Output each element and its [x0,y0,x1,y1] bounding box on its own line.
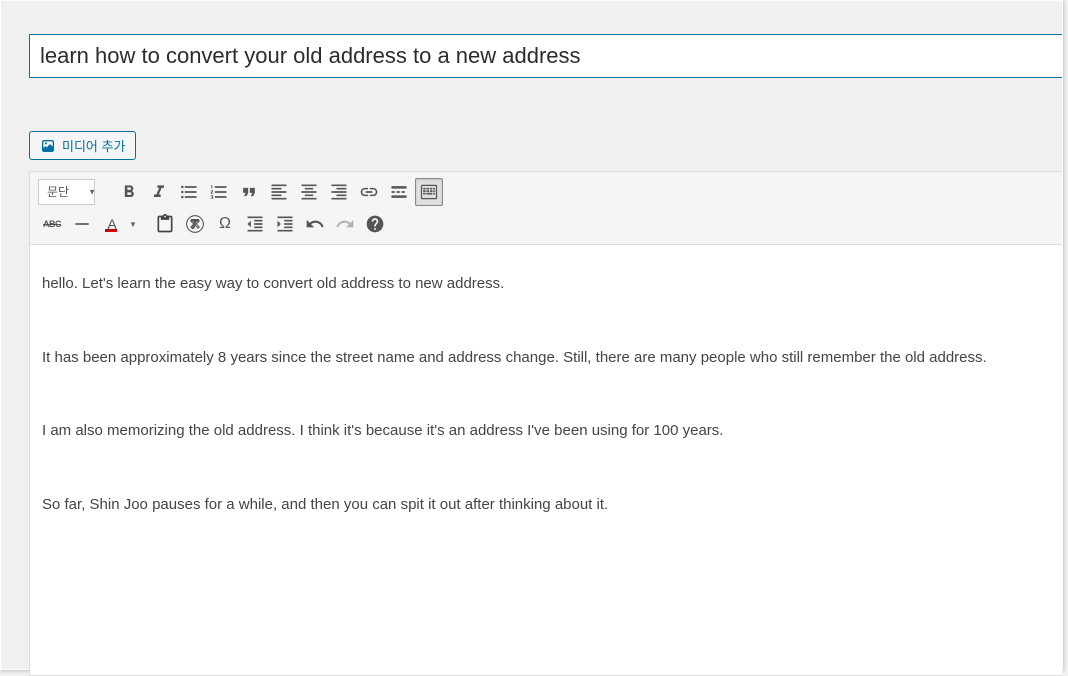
paste-text-button[interactable] [151,210,179,238]
content-paragraph: So far, Shin Joo pauses for a while, and… [42,492,1050,518]
align-center-button[interactable] [295,178,323,206]
undo-button[interactable] [301,210,329,238]
editor-container: 문단 ABC A [29,171,1062,676]
text-color-dropdown[interactable]: ▼ [125,220,141,229]
redo-button[interactable] [331,210,359,238]
outdent-button[interactable] [241,210,269,238]
special-character-button[interactable]: Ω [211,210,239,238]
blockquote-button[interactable] [235,178,263,206]
add-media-button[interactable]: 미디어 추가 [29,131,136,160]
editor-toolbar: 문단 ABC A [30,172,1062,245]
bold-button[interactable] [115,178,143,206]
media-icon [40,138,56,154]
bullet-list-button[interactable] [175,178,203,206]
editor-content[interactable]: hello. Let's learn the easy way to conve… [30,245,1062,675]
read-more-button[interactable] [385,178,413,206]
numbered-list-button[interactable] [205,178,233,206]
horizontal-rule-button[interactable] [68,210,96,238]
indent-button[interactable] [271,210,299,238]
align-left-button[interactable] [265,178,293,206]
strikethrough-button[interactable]: ABC [38,210,66,238]
post-title-input[interactable] [29,34,1062,78]
format-dropdown[interactable]: 문단 [38,179,95,205]
align-right-button[interactable] [325,178,353,206]
italic-button[interactable] [145,178,173,206]
content-paragraph: I am also memorizing the old address. I … [42,418,1050,444]
content-paragraph: It has been approximately 8 years since … [42,345,1050,371]
content-paragraph: hello. Let's learn the easy way to conve… [42,271,1050,297]
toolbar-toggle-button[interactable] [415,178,443,206]
clear-formatting-button[interactable] [181,210,209,238]
text-color-button[interactable]: A [98,210,126,238]
help-button[interactable] [361,210,389,238]
link-button[interactable] [355,178,383,206]
add-media-label: 미디어 추가 [62,136,125,155]
